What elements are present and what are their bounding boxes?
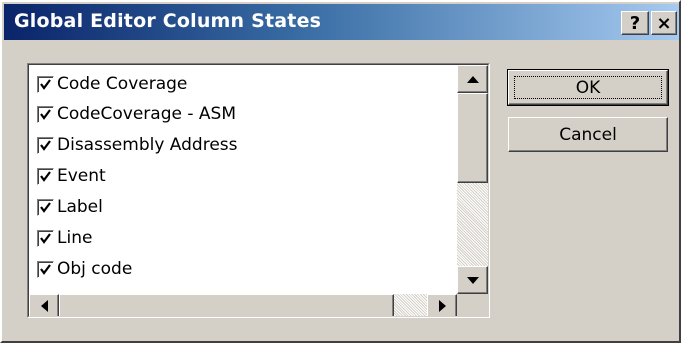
checkmark-icon	[40, 139, 51, 151]
column-checkbox[interactable]	[37, 260, 54, 278]
scroll-up-button[interactable]	[457, 65, 488, 93]
column-checkbox[interactable]	[37, 75, 54, 93]
arrow-down-icon	[466, 276, 479, 284]
title-bar[interactable]: Global Editor Column States ? ×	[4, 4, 679, 40]
focus-rectangle	[514, 76, 662, 99]
column-checkbox[interactable]	[37, 229, 54, 247]
horizontal-scrollbar[interactable]	[29, 294, 457, 316]
ok-button[interactable]: OK	[507, 69, 669, 106]
checkmark-icon	[40, 108, 51, 120]
list-item[interactable]: Label	[37, 192, 457, 222]
scroll-down-button[interactable]	[457, 266, 488, 294]
column-list-frame: Code Coverage CodeCoverage - ASM Disassemb…	[27, 63, 490, 318]
list-item[interactable]: Obj code	[37, 254, 457, 284]
column-label: Label	[57, 197, 103, 217]
column-label: Line	[57, 228, 93, 248]
column-checkbox[interactable]	[37, 105, 54, 123]
cancel-button[interactable]: Cancel	[508, 117, 668, 152]
list-item[interactable]: Event	[37, 161, 457, 191]
list-item[interactable]: Disassembly Address	[37, 130, 457, 160]
scrollbar-corner	[457, 294, 488, 316]
checkmark-icon	[40, 201, 51, 213]
column-checkbox[interactable]	[37, 167, 54, 185]
checkmark-icon	[40, 170, 51, 182]
cancel-button-label: Cancel	[559, 124, 617, 145]
column-checkbox[interactable]	[37, 198, 54, 216]
help-icon: ?	[629, 12, 641, 34]
checkmark-icon	[40, 232, 51, 244]
arrow-up-icon	[466, 75, 479, 83]
close-icon: ×	[656, 12, 672, 34]
vertical-scrollbar[interactable]	[457, 65, 488, 294]
list-item[interactable]: CodeCoverage - ASM	[37, 99, 457, 129]
vertical-scroll-thumb[interactable]	[457, 93, 488, 183]
column-label: Disassembly Address	[57, 135, 238, 155]
checkmark-icon	[40, 263, 51, 275]
dialog-window: Global Editor Column States ? × Code Cov…	[0, 0, 681, 343]
arrow-left-icon	[40, 300, 48, 312]
arrow-right-icon	[438, 300, 446, 312]
column-list[interactable]: Code Coverage CodeCoverage - ASM Disassemb…	[28, 64, 489, 317]
scroll-left-button[interactable]	[29, 294, 59, 316]
column-label: Event	[57, 166, 106, 186]
column-list-items: Code Coverage CodeCoverage - ASM Disassemb…	[29, 65, 457, 294]
column-label: Obj code	[57, 259, 133, 279]
list-item[interactable]: Line	[37, 223, 457, 253]
close-button[interactable]: ×	[651, 11, 677, 35]
list-item[interactable]: Code Coverage	[37, 69, 457, 99]
column-label: Code Coverage	[57, 74, 188, 94]
window-title: Global Editor Column States	[14, 10, 322, 32]
scroll-right-button[interactable]	[427, 294, 457, 316]
column-checkbox[interactable]	[37, 136, 54, 154]
horizontal-scroll-thumb[interactable]	[59, 294, 394, 316]
help-button[interactable]: ?	[621, 11, 649, 35]
checkmark-icon	[40, 78, 51, 90]
column-label: CodeCoverage - ASM	[57, 104, 236, 124]
